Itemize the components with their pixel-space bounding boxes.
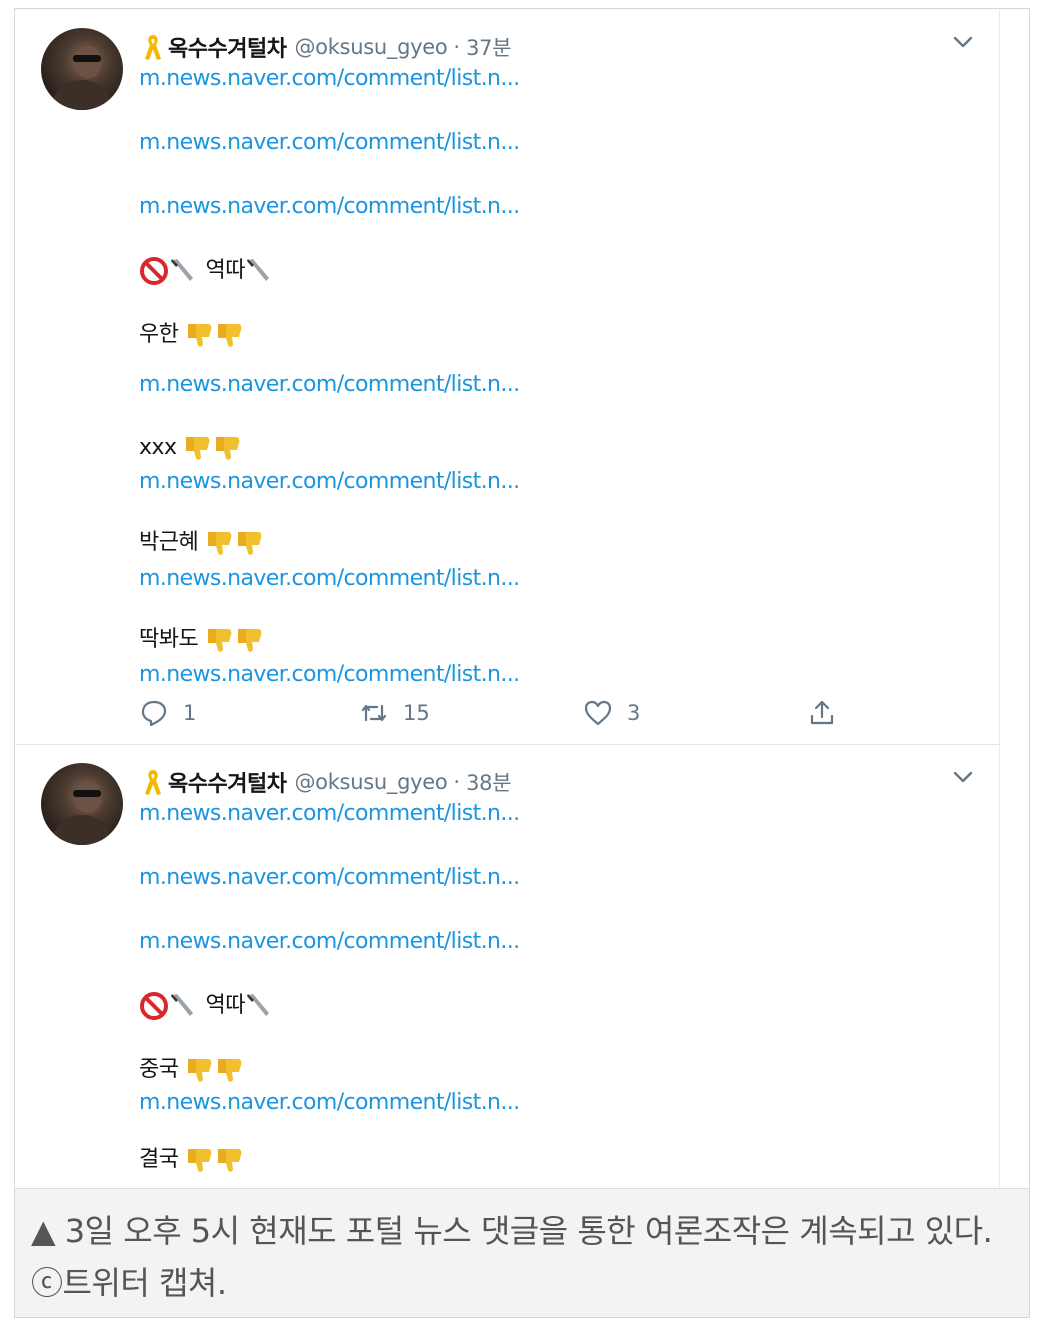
heart-icon	[584, 700, 612, 726]
thumbs-down-icon	[207, 532, 232, 555]
tweet-link[interactable]: m.news.naver.com/comment/list.n...	[139, 861, 520, 895]
tweet-word: 역따	[205, 258, 246, 283]
avatar[interactable]	[41, 28, 123, 110]
thumbs-down-icon	[237, 629, 262, 652]
reply-button[interactable]: 1	[139, 698, 196, 728]
display-name[interactable]: 옥수수겨털차	[168, 766, 287, 798]
user-handle[interactable]: @oksusu_gyeo	[294, 35, 447, 59]
retweet-icon	[361, 704, 387, 722]
reply-icon	[141, 700, 167, 727]
thumbs-down-icon	[237, 532, 262, 555]
tweet-word: 우한	[139, 322, 179, 347]
retweet-button[interactable]: 15	[359, 698, 430, 728]
separator-dot: ·	[453, 770, 461, 794]
tweet[interactable]: 옥수수겨털차 @oksusu_gyeo · 37분 m.news.naver.c…	[16, 10, 1000, 745]
timestamp[interactable]: 37분	[466, 32, 511, 62]
tweet-header: 옥수수겨털차 @oksusu_gyeo · 38분	[144, 765, 512, 799]
knife-icon	[246, 994, 269, 1016]
yellow-ribbon-icon	[145, 35, 161, 60]
tweet-word: xxx	[139, 435, 177, 460]
tweet-link[interactable]: m.news.naver.com/comment/list.n...	[139, 562, 520, 596]
share-icon	[810, 700, 834, 725]
knife-icon	[171, 259, 193, 281]
thumbs-down-icon	[187, 1149, 212, 1172]
tweet-text-line: 딱봐도	[139, 623, 265, 657]
tweet-link[interactable]: m.news.naver.com/comment/list.n...	[139, 925, 520, 959]
yellow-ribbon-icon	[145, 770, 161, 795]
like-button[interactable]: 3	[583, 698, 640, 728]
chevron-down-icon[interactable]	[952, 769, 974, 785]
separator-dot: ·	[453, 35, 461, 59]
share-button[interactable]	[807, 698, 837, 728]
tweet-link[interactable]: m.news.naver.com/comment/list.n...	[139, 126, 520, 160]
timestamp[interactable]: 38분	[466, 767, 511, 797]
tweet-link[interactable]: m.news.naver.com/comment/list.n...	[139, 465, 520, 499]
chevron-down-icon[interactable]	[952, 34, 974, 50]
tweet-word: 딱봐도	[139, 627, 199, 652]
prohibited-icon	[140, 992, 168, 1020]
like-count: 3	[627, 701, 641, 725]
tweet-text-line: 우한	[139, 318, 245, 352]
thumbs-down-icon	[207, 629, 232, 652]
thumbs-down-icon	[217, 1059, 242, 1082]
avatar[interactable]	[41, 763, 123, 845]
tweet-text-line: xxx	[139, 431, 243, 465]
tweet-text-line: 역따	[139, 254, 275, 288]
tweet-text-line: 박근혜	[139, 526, 265, 560]
thumbs-down-icon	[216, 437, 240, 460]
tweet-word: 결국	[139, 1147, 179, 1172]
knife-icon	[246, 259, 269, 281]
retweet-count: 15	[403, 701, 430, 725]
tweet-header: 옥수수겨털차 @oksusu_gyeo · 37분	[144, 30, 512, 64]
tweet[interactable]: 옥수수겨털차 @oksusu_gyeo · 38분 m.news.naver.c…	[16, 745, 1000, 1187]
tweet-actions: 1 15 3	[139, 698, 859, 734]
user-handle[interactable]: @oksusu_gyeo	[294, 770, 447, 794]
tweet-text-line: 결국	[139, 1143, 245, 1177]
tweet-text-line: 역따	[139, 989, 275, 1023]
tweet-link[interactable]: m.news.naver.com/comment/list.n...	[139, 797, 520, 831]
tweet-link[interactable]: m.news.naver.com/comment/list.n...	[139, 658, 520, 692]
tweet-text-line: 중국	[139, 1053, 245, 1087]
prohibited-icon	[140, 257, 168, 285]
feed-divider	[999, 10, 1000, 1187]
reply-count: 1	[183, 701, 197, 725]
display-name[interactable]: 옥수수겨털차	[168, 31, 287, 63]
thumbs-down-icon	[217, 1149, 242, 1172]
twitter-feed-screenshot: 옥수수겨털차 @oksusu_gyeo · 37분 m.news.naver.c…	[16, 10, 1000, 1187]
thumbs-down-icon	[187, 1059, 212, 1082]
tweet-link[interactable]: m.news.naver.com/comment/list.n...	[139, 368, 520, 402]
image-caption: ▲ 3일 오후 5시 현재도 포털 뉴스 댓글을 통한 여론조작은 계속되고 있…	[15, 1188, 1029, 1317]
thumbs-down-icon	[217, 324, 242, 347]
tweet-word: 중국	[139, 1057, 179, 1082]
tweet-link[interactable]: m.news.naver.com/comment/list.n...	[139, 1086, 520, 1120]
tweet-link[interactable]: m.news.naver.com/comment/list.n...	[139, 190, 520, 224]
tweet-word: 박근혜	[139, 530, 199, 555]
thumbs-down-icon	[186, 437, 210, 460]
knife-icon	[171, 994, 193, 1016]
tweet-link[interactable]: m.news.naver.com/comment/list.n...	[139, 62, 520, 96]
tweet-word: 역따	[205, 993, 246, 1018]
thumbs-down-icon	[187, 324, 212, 347]
